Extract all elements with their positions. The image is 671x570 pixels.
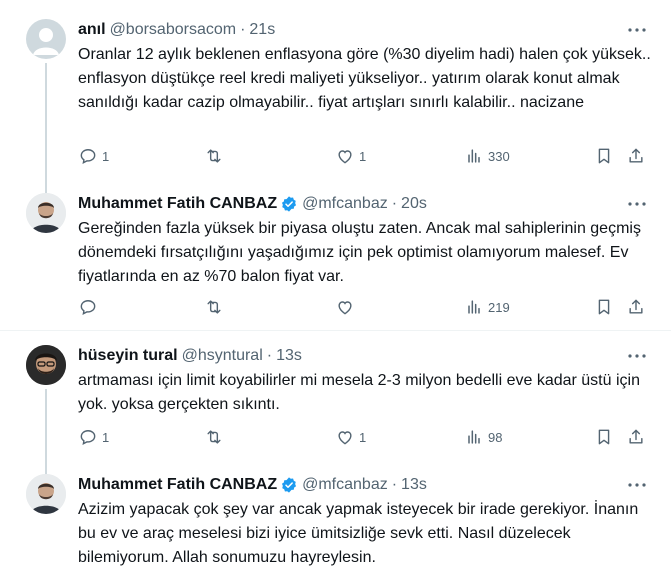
- avatar[interactable]: [26, 19, 66, 59]
- thread-line: [45, 63, 47, 193]
- avatar[interactable]: [26, 345, 66, 385]
- more-options-icon[interactable]: [626, 476, 648, 494]
- view-count: 219: [488, 299, 510, 315]
- avatar[interactable]: [26, 193, 66, 233]
- views-button[interactable]: 330: [464, 144, 510, 168]
- share-icon: [629, 429, 643, 444]
- like-button[interactable]: 1: [335, 425, 366, 449]
- avatar[interactable]: [26, 474, 66, 514]
- tweet[interactable]: hüseyin tural @hsyntural · 13s artmaması…: [0, 345, 671, 484]
- like-count: 1: [359, 148, 367, 164]
- tweet-text: artmaması için limit koyabilirler mi mes…: [78, 372, 640, 413]
- reply-count: 1: [102, 148, 110, 164]
- like-button[interactable]: [335, 295, 359, 319]
- tweet[interactable]: Muhammet Fatih CANBAZ @mfcanbaz · 20s Ge…: [0, 193, 671, 323]
- heart-icon: [338, 301, 352, 315]
- views-icon: [468, 430, 480, 444]
- reply-icon: [80, 149, 96, 164]
- repost-button[interactable]: [204, 295, 228, 319]
- reply-button[interactable]: 1: [78, 144, 109, 168]
- bookmark-button[interactable]: [594, 425, 614, 449]
- repost-icon: [207, 300, 221, 314]
- view-count: 98: [488, 429, 503, 445]
- verified-badge-icon[interactable]: [280, 476, 298, 494]
- share-button[interactable]: [626, 295, 646, 319]
- username[interactable]: @hsyntural: [182, 347, 263, 365]
- timestamp[interactable]: 20s: [401, 195, 427, 213]
- tweet-header: Muhammet Fatih CANBAZ @mfcanbaz · 20s: [78, 193, 427, 215]
- views-button[interactable]: 98: [464, 425, 502, 449]
- more-options-icon[interactable]: [626, 195, 648, 213]
- username[interactable]: @mfcanbaz: [302, 476, 388, 494]
- views-icon: [468, 149, 480, 163]
- bookmark-button[interactable]: [594, 295, 614, 319]
- bookmark-icon: [598, 148, 610, 164]
- like-count: 1: [359, 429, 367, 445]
- repost-icon: [207, 149, 221, 163]
- profile-photo: [26, 345, 66, 385]
- views-button[interactable]: 219: [464, 295, 510, 319]
- action-bar: 1 1 98: [78, 425, 658, 449]
- separator-dot: ·: [391, 476, 398, 493]
- more-options-icon[interactable]: [626, 21, 648, 39]
- repost-button[interactable]: [204, 425, 228, 449]
- heart-icon: [338, 150, 352, 164]
- bookmark-button[interactable]: [594, 144, 614, 168]
- bookmark-icon: [598, 299, 610, 315]
- profile-photo: [26, 193, 66, 233]
- share-button[interactable]: [626, 425, 646, 449]
- display-name[interactable]: Muhammet Fatih CANBAZ: [78, 195, 277, 213]
- reply-count: 1: [102, 429, 110, 445]
- verified-badge-icon[interactable]: [280, 195, 298, 213]
- tweet[interactable]: anıl @borsaborsacom · 21s Oranlar 12 ayl…: [0, 19, 671, 193]
- share-icon: [629, 148, 643, 163]
- separator-dot: ·: [240, 21, 246, 38]
- reply-icon: [80, 430, 96, 445]
- timestamp[interactable]: 21s: [249, 21, 275, 39]
- tweet-header: anıl @borsaborsacom · 21s: [78, 19, 275, 41]
- display-name[interactable]: hüseyin tural: [78, 347, 178, 365]
- more-options-icon[interactable]: [626, 347, 648, 365]
- thread-line: [45, 389, 47, 484]
- repost-icon: [207, 430, 221, 444]
- timestamp[interactable]: 13s: [401, 476, 427, 494]
- tweet-header: hüseyin tural @hsyntural · 13s: [78, 345, 302, 367]
- reply-button[interactable]: 1: [78, 425, 109, 449]
- default-avatar-icon: [33, 28, 59, 55]
- views-icon: [468, 300, 480, 314]
- action-bar: 219: [78, 295, 658, 319]
- tweet-header: Muhammet Fatih CANBAZ @mfcanbaz · 13s: [78, 474, 427, 496]
- tweet-text: Azizim yapacak çok şey var ancak yapmak …: [78, 501, 639, 566]
- bookmark-icon: [598, 429, 610, 445]
- share-button[interactable]: [626, 144, 646, 168]
- separator-dot: ·: [391, 195, 398, 212]
- heart-icon: [338, 431, 352, 445]
- reply-icon: [80, 300, 96, 315]
- repost-button[interactable]: [204, 144, 228, 168]
- reply-button[interactable]: [78, 295, 102, 319]
- tweet[interactable]: Muhammet Fatih CANBAZ @mfcanbaz · 13s Az…: [0, 474, 671, 568]
- tweet-text: Oranlar 12 aylık beklenen enflasyona gör…: [78, 46, 651, 111]
- action-bar: 1 1 330: [78, 144, 658, 168]
- timestamp[interactable]: 13s: [276, 347, 302, 365]
- view-count: 330: [488, 148, 510, 164]
- tweet-text: Gereğinden fazla yüksek bir piyasa oluşt…: [78, 220, 641, 285]
- divider: [0, 330, 671, 331]
- display-name[interactable]: Muhammet Fatih CANBAZ: [78, 476, 277, 494]
- like-button[interactable]: 1: [335, 144, 366, 168]
- username[interactable]: @borsaborsacom: [110, 21, 237, 39]
- separator-dot: ·: [266, 347, 273, 364]
- username[interactable]: @mfcanbaz: [302, 195, 388, 213]
- display-name[interactable]: anıl: [78, 21, 106, 39]
- share-icon: [629, 299, 643, 314]
- profile-photo: [26, 474, 66, 514]
